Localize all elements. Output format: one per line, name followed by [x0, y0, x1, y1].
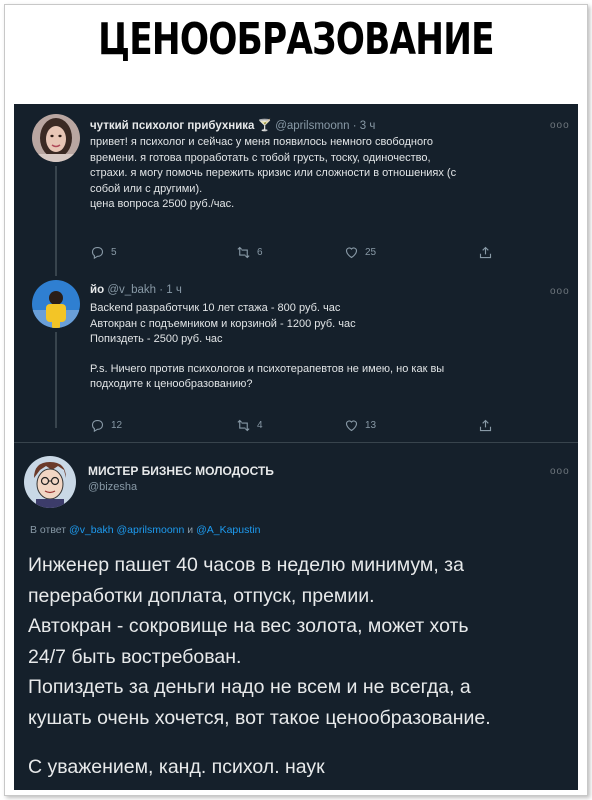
tweet-line: Backend разработчик 10 лет стажа - 800 р… [90, 302, 341, 314]
like-button[interactable]: 13 [344, 418, 376, 433]
avatar[interactable] [32, 114, 80, 162]
reply-and: и [187, 524, 194, 536]
tweet-line: привет! я психолог и сейчас у меня появи… [90, 136, 433, 148]
tweet-line: кушать очень хочется, вот такое ценообра… [28, 706, 491, 729]
tweet-line: Попиздеть - 2500 руб. час [90, 333, 223, 345]
reply-icon [91, 246, 104, 260]
mention-link[interactable]: @v_bakh [69, 524, 114, 536]
tweet-text: Backend разработчик 10 лет стажа - 800 р… [90, 301, 570, 393]
heart-icon [345, 247, 358, 259]
more-options-icon[interactable]: ooo [550, 466, 570, 477]
signature-text: С уважением, канд. психол. наук [28, 756, 325, 778]
tweet-actions: 5 6 25 [90, 245, 530, 261]
avatar[interactable] [24, 456, 76, 508]
tweet-line: Инженер пашет 40 часов в неделю минимум,… [28, 554, 464, 576]
author-line: МИСТЕР БИЗНЕС МОЛОДОСТЬ [88, 464, 274, 478]
reply-context: В ответ @v_bakh @aprilsmoonn и @A_Kapust… [30, 524, 260, 536]
author-handle[interactable]: @v_bakh [107, 284, 156, 296]
reply-count: 5 [111, 247, 117, 258]
reply-icon [91, 419, 104, 433]
twitter-thread: чуткий психолог прибухника 🍸 @aprilsmoon… [14, 104, 578, 790]
retweet-button[interactable]: 6 [236, 245, 263, 260]
author-line: чуткий психолог прибухника 🍸 @aprilsmoon… [90, 118, 375, 132]
tweet-divider [14, 442, 578, 443]
author-line: йо @v_bakh · 1 ч [90, 284, 182, 296]
tweet-line: цена вопроса 2500 руб./час. [90, 198, 235, 210]
more-options-icon[interactable]: ooo [550, 286, 570, 297]
tweet-time[interactable]: · 1 ч [159, 284, 182, 296]
tweet-line: подходите к ценообразованию? [90, 378, 253, 390]
author-handle[interactable]: @bizesha [88, 481, 137, 493]
tweet-actions: 12 4 13 [90, 418, 530, 434]
retweet-count: 4 [257, 420, 263, 431]
share-icon [479, 419, 492, 432]
tweet-line: 24/7 быть востребован. [28, 645, 242, 668]
main-tweet-text: Инженер пашет 40 часов в неделю минимум,… [28, 550, 568, 733]
tweet-line: P.s. Ничего против психологов и психотер… [90, 362, 445, 375]
thread-connector [55, 166, 57, 276]
tweet-line [90, 348, 570, 362]
tweet-line: Автокран - сокровище на вес золота, може… [28, 615, 469, 637]
mention-link[interactable]: @aprilsmoonn [116, 524, 184, 536]
heart-icon [345, 420, 358, 432]
reply-button[interactable]: 5 [90, 245, 117, 260]
tweet-line: переработки доплата, отпуск, премии. [28, 584, 375, 607]
reply-button[interactable]: 12 [90, 418, 122, 433]
author-handle-line: @bizesha [88, 481, 137, 493]
tweet-line: Автокран с подъемником и корзиной - 1200… [90, 317, 356, 330]
like-count: 13 [365, 420, 377, 431]
tweet-line: страхи. я могу помочь пережить кризис ил… [90, 167, 457, 179]
author-name[interactable]: МИСТЕР БИЗНЕС МОЛОДОСТЬ [88, 464, 274, 478]
mention-link[interactable]: @A_Kapustin [196, 524, 260, 536]
tweet-text: привет! я психолог и сейчас у меня появи… [90, 135, 570, 213]
tweet-line: времени. я готова проработать с тобой гр… [90, 151, 431, 164]
reply-count: 12 [111, 420, 123, 431]
tweet-time[interactable]: · 3 ч [353, 120, 376, 132]
thread-connector [55, 332, 57, 428]
share-icon [479, 246, 492, 259]
retweet-button[interactable]: 4 [236, 418, 263, 433]
tweet-line: собой или с другими). [90, 182, 203, 195]
retweet-icon [237, 246, 250, 259]
reply-prefix: В ответ [30, 524, 67, 536]
more-options-icon[interactable]: ooo [550, 120, 570, 131]
retweet-count: 6 [257, 247, 263, 258]
avatar[interactable] [32, 280, 80, 328]
page-title: ЦЕНООБРАЗОВАНИЕ [98, 14, 494, 65]
like-button[interactable]: 25 [344, 245, 376, 260]
tweet-line: Попиздеть за деньги надо не всем и не вс… [28, 676, 471, 698]
author-handle[interactable]: @aprilsmoonn [275, 120, 349, 132]
author-name[interactable]: чуткий психолог прибухника [90, 120, 254, 132]
like-count: 25 [365, 247, 377, 258]
share-button[interactable] [478, 418, 493, 433]
share-button[interactable] [478, 245, 493, 260]
cocktail-emoji-icon: 🍸 [257, 120, 272, 132]
author-name[interactable]: йо [90, 284, 104, 296]
retweet-icon [237, 419, 250, 432]
